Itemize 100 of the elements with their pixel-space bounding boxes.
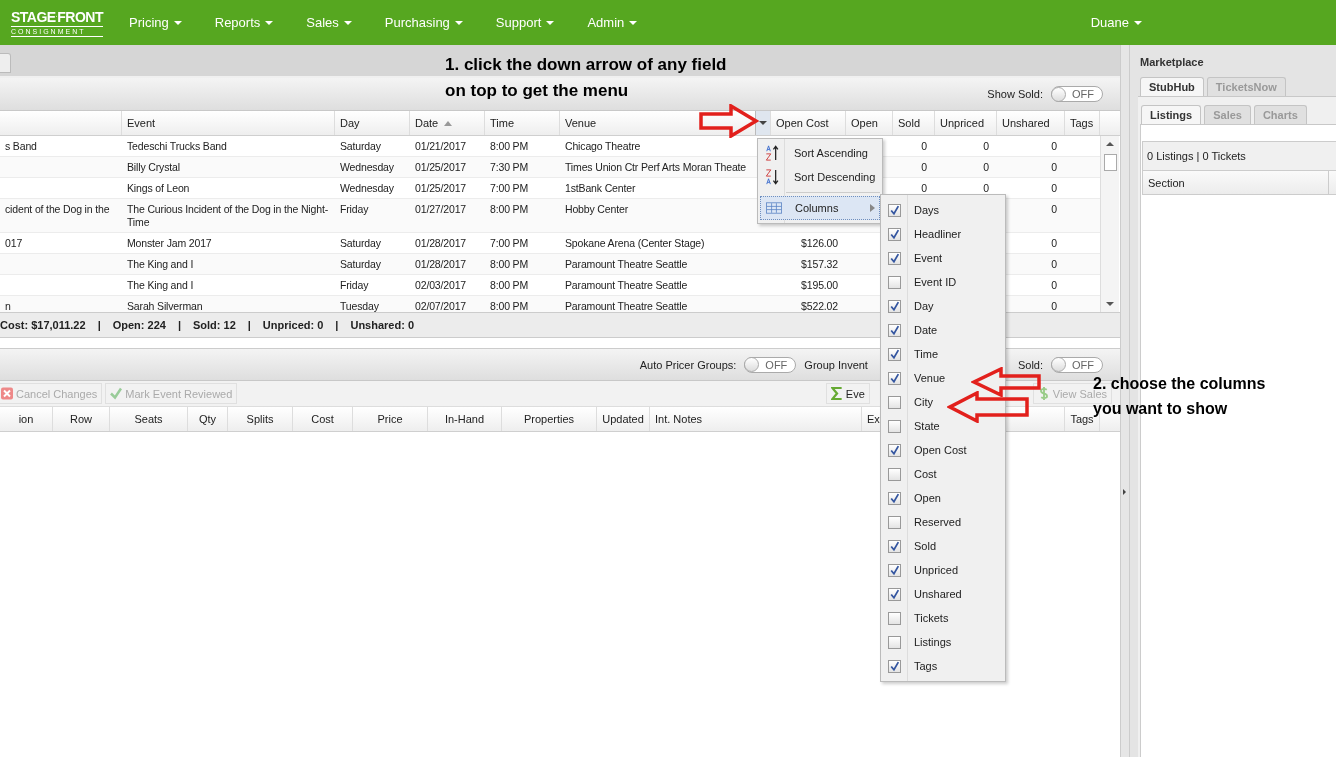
column-header[interactable]: Unshared <box>997 111 1065 135</box>
checkbox[interactable] <box>888 587 901 601</box>
checkbox[interactable] <box>888 395 901 409</box>
table-cell: Sarah Silverman <box>127 300 203 312</box>
column-header[interactable]: Splits <box>228 407 293 431</box>
show-sold-toggle[interactable]: OFF <box>1051 86 1103 102</box>
table-cell: 0 <box>983 161 989 173</box>
table-cell: The Curious Incident of the Dog in the Night-Time <box>127 203 329 228</box>
column-option[interactable]: Venue <box>881 366 946 390</box>
column-header[interactable]: Tags <box>1065 111 1100 135</box>
column-header[interactable]: Row <box>53 407 110 431</box>
toolbar-button[interactable]: Eve <box>825 383 870 404</box>
table-cell: Chicago Theatre <box>565 140 641 152</box>
column-option[interactable]: State <box>881 414 940 438</box>
column-option[interactable]: Days <box>881 198 940 222</box>
checkmark-icon <box>110 387 123 400</box>
checkbox[interactable] <box>888 203 901 217</box>
checkbox[interactable] <box>888 515 901 529</box>
column-option[interactable]: Open <box>881 486 941 510</box>
menu-item[interactable]: Sort Ascending <box>760 141 880 165</box>
column-header[interactable]: In-Hand <box>428 407 502 431</box>
table-cell: 0 <box>983 140 989 152</box>
column-header[interactable]: Venue <box>560 111 771 135</box>
column-menu-trigger[interactable] <box>755 111 770 135</box>
checkbox[interactable] <box>888 611 901 625</box>
column-option[interactable]: Event <box>881 246 943 270</box>
checkbox[interactable] <box>888 251 901 265</box>
summary-value: Sold: 12 <box>192 319 236 331</box>
checkbox[interactable] <box>888 323 901 337</box>
column-header[interactable]: Day <box>335 111 410 135</box>
table-cell: 7:30 PM <box>490 161 529 173</box>
column-option[interactable]: Headliner <box>881 222 962 246</box>
checkbox[interactable] <box>888 275 901 289</box>
column-option[interactable]: Sold <box>881 534 937 558</box>
table-cell: 0 <box>1051 182 1057 194</box>
column-option[interactable]: Cost <box>881 462 937 486</box>
column-option[interactable]: Listings <box>881 630 952 654</box>
column-option[interactable]: Unshared <box>881 582 962 606</box>
column-option[interactable]: Open Cost <box>881 438 967 462</box>
table-cell: Paramount Theatre Seattle <box>565 279 688 291</box>
tab[interactable]: StubHub <box>1140 77 1204 96</box>
table-cell: 017 <box>5 237 23 249</box>
toggle-label: Auto Pricer Groups: <box>639 358 737 371</box>
table-cell: Paramount Theatre Seattle <box>565 258 688 270</box>
column-header[interactable]: Updated <box>597 407 650 431</box>
checkbox[interactable] <box>888 371 901 385</box>
menu-item[interactable]: Columns <box>760 196 880 220</box>
column-header[interactable]: Unpriced <box>935 111 997 135</box>
column-option[interactable]: Time <box>881 342 939 366</box>
checkbox[interactable] <box>888 419 901 433</box>
table-cell: $522.02 <box>801 300 838 312</box>
column-option[interactable]: Reserved <box>881 510 962 534</box>
columns-icon <box>766 200 782 216</box>
column-header[interactable]: Properties <box>502 407 597 431</box>
checkbox[interactable] <box>888 563 901 577</box>
column-header[interactable]: Sold <box>893 111 935 135</box>
column-option[interactable]: Date <box>881 318 938 342</box>
column-header[interactable]: Open Cost <box>771 111 846 135</box>
menu-item[interactable]: Sort Descending <box>760 165 880 189</box>
checkbox[interactable] <box>888 443 901 457</box>
table-cell: Monster Jam 2017 <box>127 237 212 249</box>
toggle-switch[interactable]: OFF <box>1051 356 1103 373</box>
tab[interactable]: Listings <box>1141 105 1202 124</box>
column-header[interactable]: Open <box>846 111 893 135</box>
checkbox[interactable] <box>888 347 901 361</box>
checkbox[interactable] <box>888 467 901 481</box>
collapse-icon[interactable] <box>1123 489 1126 495</box>
column-header[interactable]: Time <box>485 111 560 135</box>
column-option[interactable]: Tickets <box>881 606 949 630</box>
column-option[interactable]: Day <box>881 294 934 318</box>
cancel-icon <box>1 387 13 400</box>
column-header[interactable]: ion <box>0 407 53 431</box>
toggle-label: Group Invent <box>804 358 868 371</box>
column-option[interactable]: Unpriced <box>881 558 959 582</box>
checkbox[interactable] <box>888 491 901 505</box>
checkbox[interactable] <box>888 299 901 313</box>
column-header[interactable]: Int. Notes <box>650 407 862 431</box>
toggle-switch[interactable]: OFF <box>744 356 797 373</box>
table-cell: 8:00 PM <box>490 279 529 291</box>
table-cell: 01/25/2017 <box>415 182 467 194</box>
column-header[interactable]: Cost <box>293 407 353 431</box>
column-header[interactable]: Seats <box>110 407 188 431</box>
column-option[interactable]: Event ID <box>881 270 957 294</box>
column-header[interactable]: Date <box>410 111 485 135</box>
checkbox[interactable] <box>888 659 901 673</box>
separator: | <box>97 319 101 331</box>
checkbox[interactable] <box>888 227 901 241</box>
column-header[interactable]: Price <box>353 407 428 431</box>
table-cell: 01/28/2017 <box>415 258 467 270</box>
table-cell: Saturday <box>340 258 381 270</box>
table-cell: $126.00 <box>801 237 838 249</box>
column-option[interactable]: Tags <box>881 654 938 678</box>
column-header[interactable]: Event <box>122 111 335 135</box>
checkbox[interactable] <box>888 539 901 553</box>
scrollbar[interactable] <box>1100 136 1119 312</box>
show-sold-label: Show Sold: <box>987 88 1043 100</box>
column-header[interactable]: Qty <box>188 407 228 431</box>
column-option[interactable]: City <box>881 390 933 414</box>
separator: | <box>247 319 251 331</box>
checkbox[interactable] <box>888 635 901 649</box>
